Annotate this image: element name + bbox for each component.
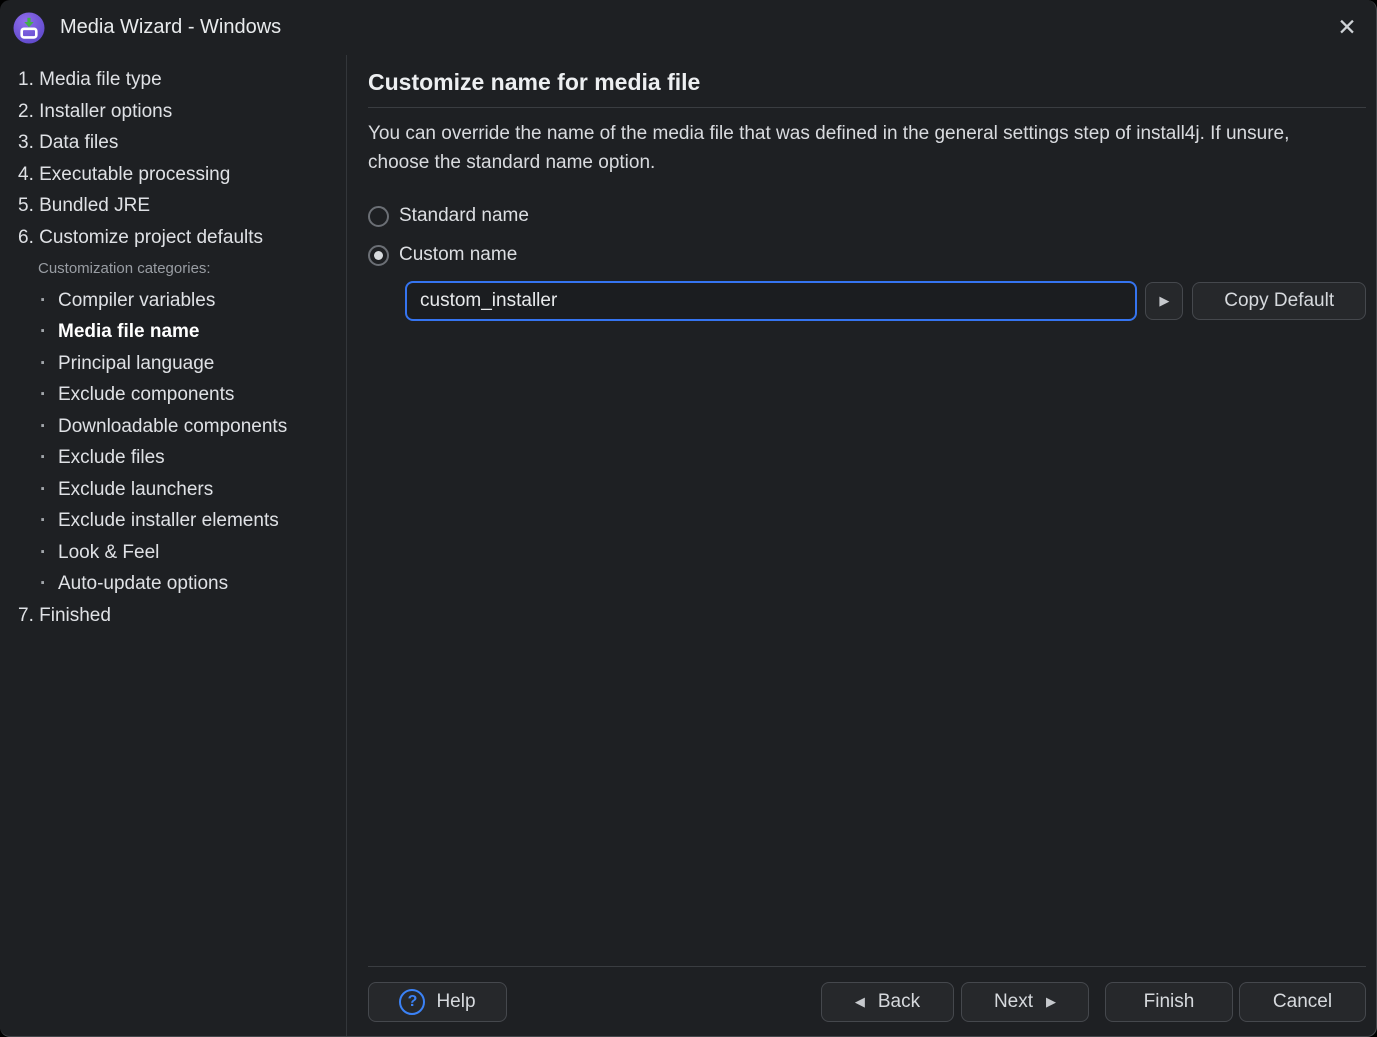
step-executable-processing: 4. Executable processing (0, 159, 346, 191)
step-media-file-type: 1. Media file type (0, 64, 346, 96)
standard-name-option[interactable]: Standard name (368, 205, 1366, 227)
close-icon[interactable]: ✕ (1318, 0, 1376, 55)
radio-checked-icon[interactable] (368, 245, 389, 266)
category-exclude-installer-elements: · Exclude installer elements (0, 505, 346, 537)
help-label: Help (436, 991, 475, 1013)
customization-categories-caption: Customization categories: (0, 253, 346, 285)
category-label: Exclude installer elements (58, 505, 279, 537)
media-wizard-app-icon (13, 12, 45, 44)
category-label: Auto-update options (58, 568, 228, 600)
bullet-icon: · (40, 568, 58, 600)
step-customize-project-defaults: 6. Customize project defaults (0, 222, 346, 254)
help-question-icon: ? (399, 989, 425, 1015)
bullet-icon: · (40, 348, 58, 380)
bullet-icon: · (40, 316, 58, 348)
custom-name-option[interactable]: Custom name (368, 244, 1366, 266)
dialog-body: 1. Media file type 2. Installer options … (0, 55, 1376, 1036)
category-label: Principal language (58, 348, 214, 380)
next-arrow-icon: ▶ (1046, 995, 1056, 1010)
custom-name-input[interactable] (405, 281, 1137, 321)
bullet-icon: · (40, 285, 58, 317)
wizard-steps-sidebar: 1. Media file type 2. Installer options … (0, 55, 347, 1036)
back-label: Back (878, 991, 920, 1013)
category-auto-update-options: · Auto-update options (0, 568, 346, 600)
back-button[interactable]: ◀ Back (821, 982, 954, 1022)
category-media-file-name-active: · Media file name (0, 316, 346, 348)
category-label: Exclude components (58, 379, 234, 411)
category-label: Exclude launchers (58, 474, 213, 506)
category-exclude-files: · Exclude files (0, 442, 346, 474)
custom-name-row: ▶ Copy Default (405, 281, 1366, 321)
bullet-icon: · (40, 411, 58, 443)
page-title: Customize name for media file (368, 69, 1366, 96)
footer-button-bar: ? Help ◀ Back Next ▶ Finish Cancel (368, 967, 1366, 1036)
next-label: Next (994, 991, 1033, 1013)
back-arrow-icon: ◀ (855, 995, 865, 1010)
window-title: Media Wizard - Windows (60, 16, 281, 39)
step-installer-options: 2. Installer options (0, 96, 346, 128)
radio-unchecked-icon[interactable] (368, 206, 389, 227)
custom-name-label[interactable]: Custom name (399, 244, 517, 266)
category-label: Look & Feel (58, 537, 159, 569)
category-label: Downloadable components (58, 411, 287, 443)
category-label: Compiler variables (58, 285, 215, 317)
bullet-icon: · (40, 537, 58, 569)
description-text: You can override the name of the media f… (368, 120, 1346, 177)
cancel-button[interactable]: Cancel (1239, 982, 1366, 1022)
title-bar: Media Wizard - Windows ✕ (0, 0, 1376, 55)
name-option-radio-group: Standard name Custom name (368, 205, 1366, 266)
category-principal-language: · Principal language (0, 348, 346, 380)
category-label: Media file name (58, 316, 200, 348)
category-look-and-feel: · Look & Feel (0, 537, 346, 569)
category-downloadable-components: · Downloadable components (0, 411, 346, 443)
bullet-icon: · (40, 474, 58, 506)
dialog-footer: ? Help ◀ Back Next ▶ Finish Cancel (368, 966, 1366, 1036)
bullet-icon: · (40, 442, 58, 474)
heading-divider (368, 107, 1366, 108)
finish-button[interactable]: Finish (1105, 982, 1233, 1022)
help-button[interactable]: ? Help (368, 982, 507, 1022)
popup-arrow-icon: ▶ (1159, 294, 1169, 309)
media-wizard-window: Media Wizard - Windows ✕ 1. Media file t… (0, 0, 1377, 1037)
insert-variable-button[interactable]: ▶ (1145, 282, 1183, 320)
copy-default-button[interactable]: Copy Default (1192, 282, 1366, 320)
category-label: Exclude files (58, 442, 165, 474)
category-exclude-launchers: · Exclude launchers (0, 474, 346, 506)
bullet-icon: · (40, 505, 58, 537)
bullet-icon: · (40, 379, 58, 411)
category-exclude-components: · Exclude components (0, 379, 346, 411)
step-finished: 7. Finished (0, 600, 346, 632)
step-bundled-jre: 5. Bundled JRE (0, 190, 346, 222)
category-compiler-variables: · Compiler variables (0, 285, 346, 317)
standard-name-label[interactable]: Standard name (399, 205, 529, 227)
next-button[interactable]: Next ▶ (961, 982, 1089, 1022)
step-data-files: 3. Data files (0, 127, 346, 159)
main-panel: Customize name for media file You can ov… (347, 55, 1376, 1036)
